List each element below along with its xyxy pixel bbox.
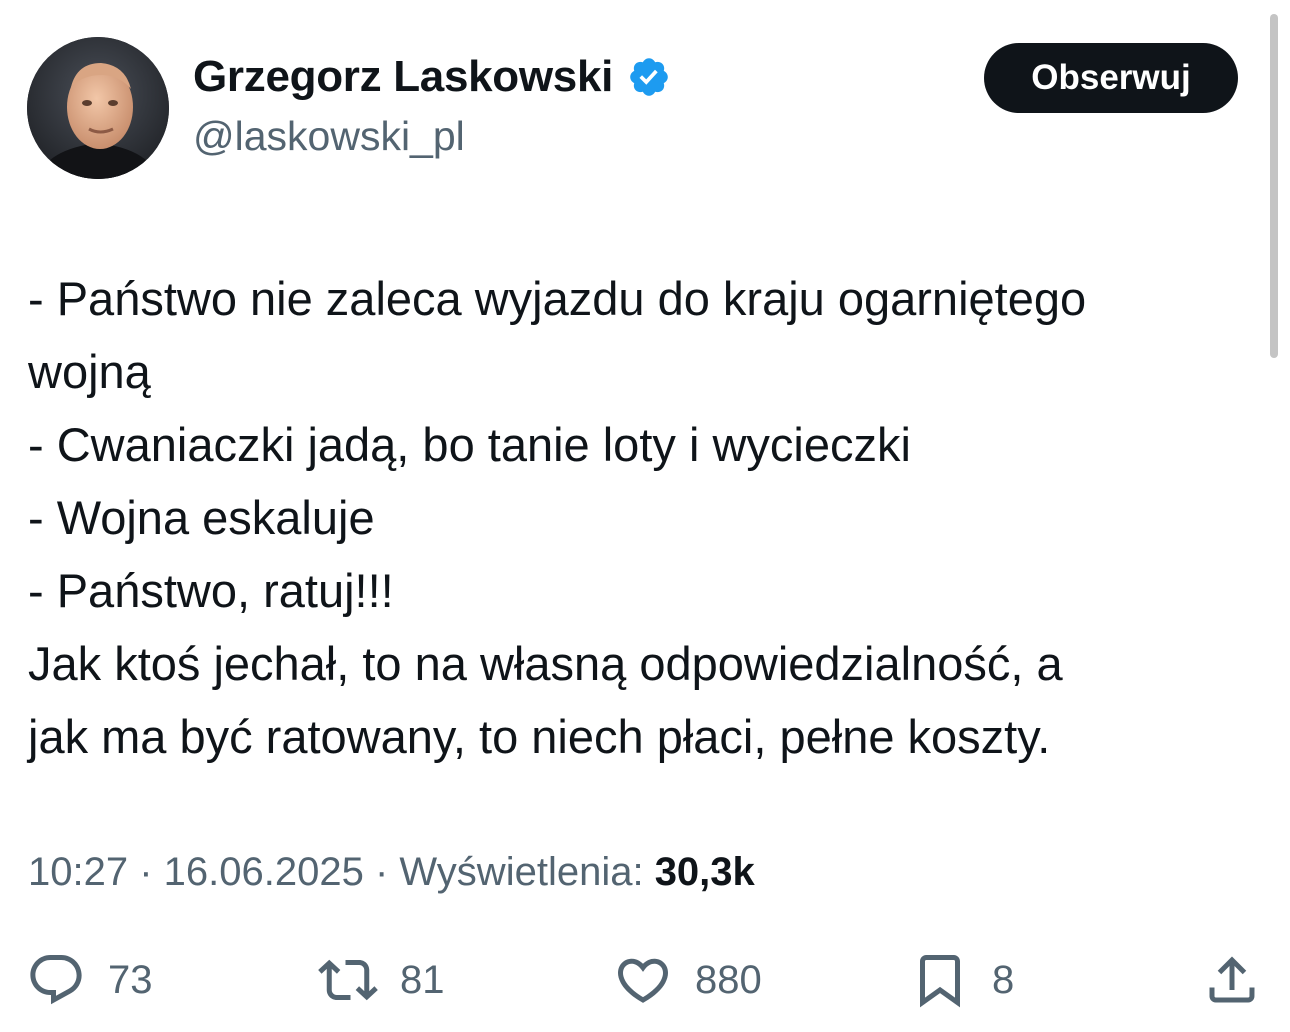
scrollbar[interactable] <box>1270 14 1278 358</box>
repost-button[interactable]: 81 <box>318 950 445 1010</box>
like-icon <box>617 958 669 1003</box>
like-count: 880 <box>695 957 762 1002</box>
author-handle[interactable]: @laskowski_pl <box>193 113 465 160</box>
tweet-line: - Cwaniaczki jadą, bo tanie loty i wycie… <box>28 418 911 471</box>
tweet-line: - Państwo, ratuj!!! <box>28 564 394 617</box>
author-name-text: Grzegorz Laskowski <box>193 52 614 101</box>
tweet-time[interactable]: 10:27 <box>28 850 128 894</box>
follow-button[interactable]: Obserwuj <box>984 43 1238 113</box>
tweet-line: Jak ktoś jechał, to na własną odpowiedzi… <box>28 637 1063 690</box>
repost-count: 81 <box>400 957 445 1002</box>
meta-separator: · <box>128 850 164 894</box>
tweet-meta: 10:27 · 16.06.2025 · Wyświetlenia: 30,3k <box>28 850 755 895</box>
reply-count: 73 <box>108 957 153 1002</box>
meta-separator: · <box>363 850 400 894</box>
bookmark-button[interactable]: 8 <box>910 950 1014 1010</box>
tweet-line: - Wojna eskaluje <box>28 491 375 544</box>
like-button[interactable]: 880 <box>613 950 762 1010</box>
views-count: 30,3k <box>654 850 755 894</box>
avatar-photo <box>27 37 169 179</box>
tweet-date[interactable]: 16.06.2025 <box>164 850 364 894</box>
share-button[interactable] <box>1202 950 1262 1010</box>
share-icon <box>1209 956 1255 1003</box>
tweet-line: jak ma być ratowany, to niech płaci, peł… <box>28 710 1051 763</box>
repost-icon <box>318 959 378 1001</box>
tweet-line: wojną <box>28 345 151 398</box>
verified-badge-icon <box>627 55 671 99</box>
views-label: Wyświetlenia: <box>399 850 655 894</box>
bookmark-count: 8 <box>992 957 1015 1002</box>
avatar[interactable] <box>27 37 169 179</box>
tweet-line: - Państwo nie zaleca wyjazdu do kraju og… <box>28 272 1087 325</box>
author-name[interactable]: Grzegorz Laskowski <box>193 52 671 102</box>
bookmark-icon <box>920 955 960 1008</box>
tweet-text: - Państwo nie zaleca wyjazdu do kraju og… <box>28 262 1258 773</box>
reply-button[interactable]: 73 <box>26 950 153 1010</box>
reply-icon <box>30 955 82 1005</box>
